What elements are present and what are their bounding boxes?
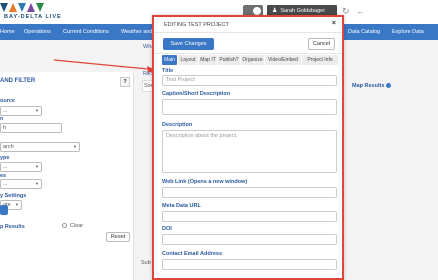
source-label: ource (0, 98, 15, 104)
cancel-button[interactable]: Cancel (308, 38, 335, 50)
tab-main[interactable]: Main (162, 55, 177, 65)
description-label: Description (162, 122, 193, 128)
caption-textarea[interactable] (162, 99, 337, 115)
search-type-value: arch (3, 144, 14, 150)
tab-video-embed[interactable]: Video/Embed (265, 55, 301, 65)
tab-layout[interactable]: Layout (178, 55, 198, 65)
logo-text: BAY-DELTA LIVE (4, 14, 62, 20)
logo-marks-icon (0, 3, 44, 12)
web-link-label: Web Link (Opens a new window) (162, 179, 248, 185)
modal-title: EDITING TEST PROJECT (164, 22, 229, 28)
user-name: Sarah Goldsbager (280, 8, 326, 14)
nav-item-home[interactable]: Home (0, 24, 15, 40)
chevron-down-icon: ▼ (15, 202, 19, 207)
search-submit-button[interactable] (0, 205, 8, 215)
tab-publish[interactable]: Publish? (218, 55, 240, 65)
description-textarea[interactable]: Description about the project. (162, 130, 337, 173)
search-type-select[interactable]: arch ▼ (0, 142, 80, 152)
toggle-knob (253, 7, 261, 15)
chevron-down-icon: ▼ (73, 144, 77, 149)
modal-divider (154, 32, 342, 33)
map-results-label: Map Results (352, 83, 392, 89)
contact-email-label: Contact Email Address (162, 251, 223, 257)
source-select-value: ... (3, 108, 8, 114)
source-select[interactable]: ... ▼ (0, 106, 42, 116)
chevron-down-icon: ▼ (35, 181, 39, 186)
nav-item-weather[interactable]: Weather and (121, 24, 152, 40)
modal-tabs: Main Layout Map IT Publish? Organize Vid… (162, 55, 338, 65)
title-label: Title (162, 68, 174, 74)
search-label: n (0, 116, 4, 122)
tags-select[interactable]: ... ▼ (0, 179, 42, 189)
background-sub-fragment: Sub (141, 260, 151, 266)
filter-sidebar: AND FILTER ? ource ... ▼ n h arch ▼ ype ..… (0, 72, 134, 280)
close-icon[interactable]: × (332, 20, 336, 28)
back-arrow-icon[interactable]: ← (356, 6, 365, 16)
doi-label: DOI (162, 226, 172, 232)
sidebar-help-button[interactable]: ? (120, 77, 130, 87)
search-input-value: h (3, 125, 7, 131)
red-arrow-annotation (53, 59, 156, 73)
nav-item-operations-label: Operations (24, 29, 51, 35)
clear-label: Clear (70, 223, 84, 229)
save-changes-button[interactable]: Save Changes (163, 38, 214, 50)
type-label: ype (0, 155, 10, 161)
map-results-text: Map Results (352, 83, 385, 89)
tab-organize[interactable]: Organize (241, 55, 264, 65)
help-icon[interactable] (386, 83, 392, 88)
nav-item-operations[interactable]: Operations (24, 24, 51, 40)
title-input[interactable]: Test Project (162, 75, 337, 86)
metadata-url-input[interactable] (162, 211, 337, 222)
tab-map-it[interactable]: Map IT (199, 55, 217, 65)
settings-label: y Settings (0, 193, 27, 199)
metadata-url-label: Meta Data URL (162, 203, 201, 209)
modal-divider (154, 53, 342, 54)
user-icon: ♟ (272, 8, 278, 14)
chevron-down-icon: ▼ (35, 164, 39, 169)
caption-label: Caption/Short Description (162, 91, 231, 97)
nav-item-explore-data[interactable]: Explore Data (392, 24, 424, 40)
nav-item-current-conditions[interactable]: Current Conditions (63, 24, 109, 40)
reset-button[interactable]: Reset (106, 232, 130, 242)
chevron-down-icon: ▼ (35, 108, 39, 113)
doi-input[interactable] (162, 234, 337, 245)
edit-project-modal: EDITING TEST PROJECT × Save Changes Canc… (152, 15, 344, 280)
tab-project-info[interactable]: Project Info (302, 55, 338, 65)
tags-select-value: ... (3, 181, 8, 187)
search-input[interactable]: h (0, 123, 62, 133)
sidebar-title: AND FILTER (0, 78, 36, 84)
contact-email-input[interactable] (162, 259, 337, 270)
web-link-input[interactable] (162, 187, 337, 198)
logo[interactable]: BAY-DELTA LIVE (0, 3, 62, 21)
type-select-value: ... (3, 164, 8, 170)
map-results-option[interactable]: p Results (0, 224, 25, 230)
clear-option[interactable]: Clear (62, 223, 83, 229)
radio-icon (62, 223, 67, 228)
nav-item-data-catalog[interactable]: Data Catalog (348, 24, 380, 40)
type-select[interactable]: ... ▼ (0, 162, 42, 172)
